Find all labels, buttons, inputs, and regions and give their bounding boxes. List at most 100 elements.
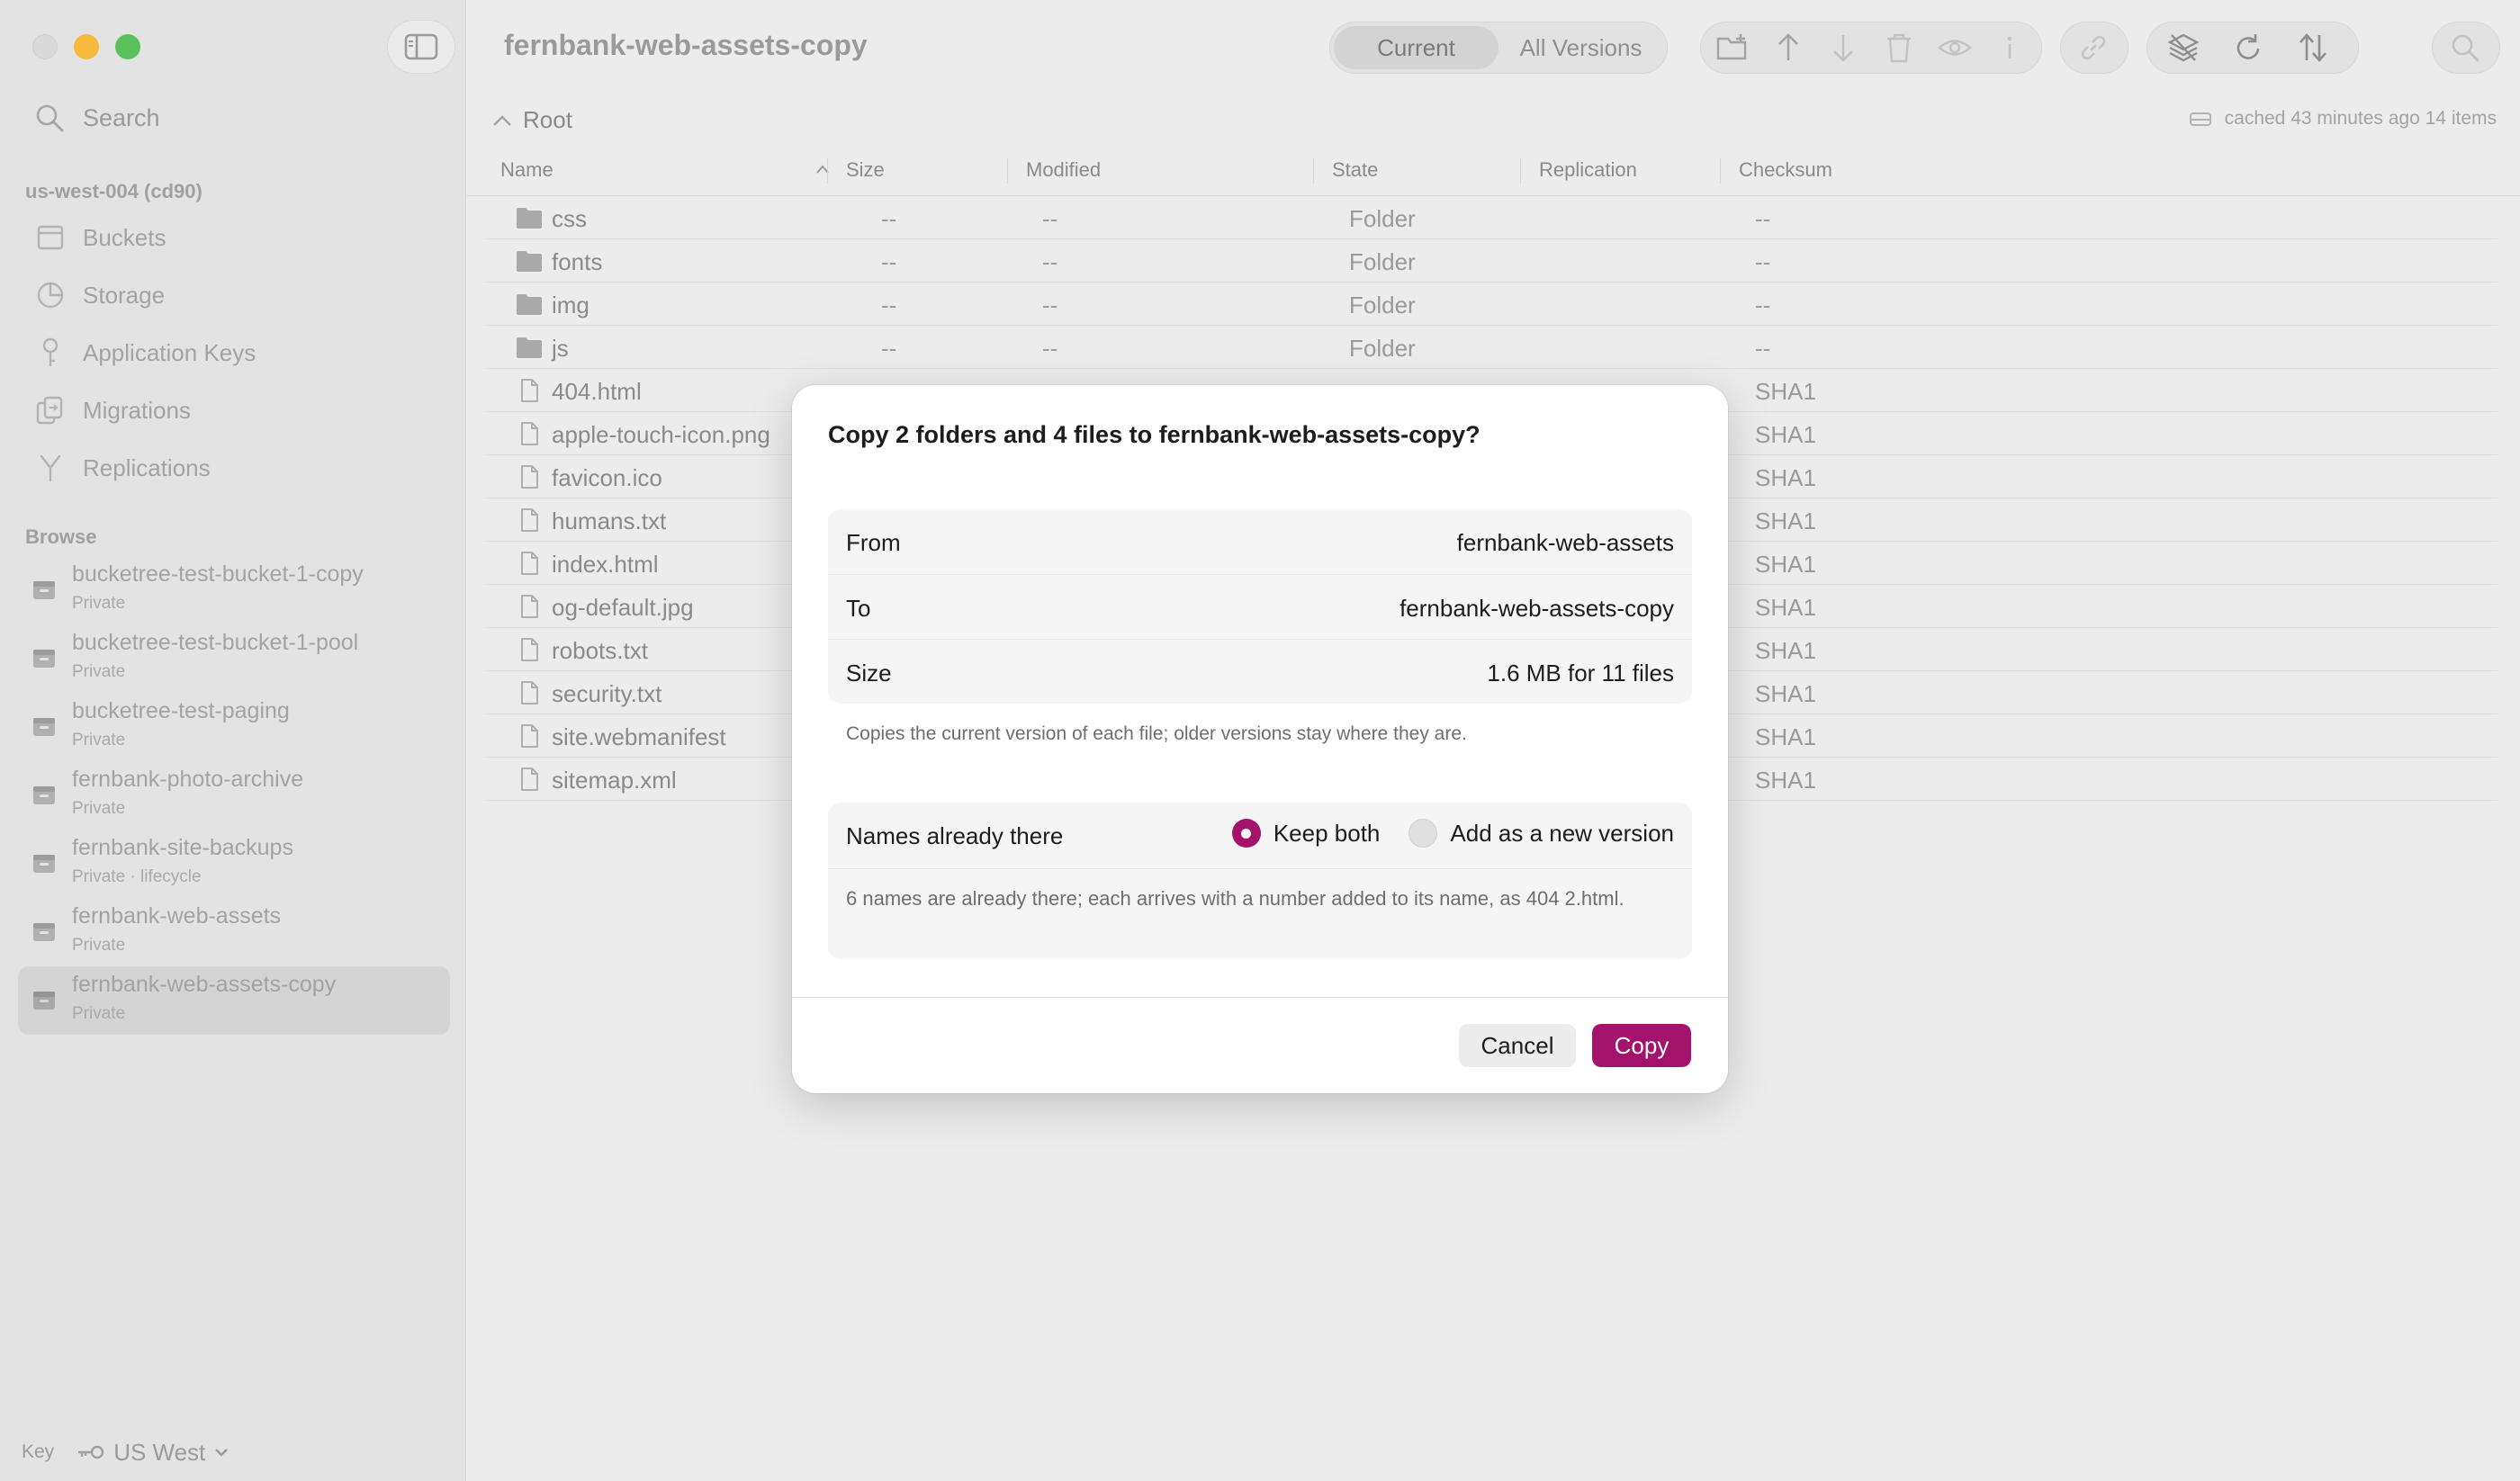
sidebar-item-storage[interactable]: Storage — [34, 275, 165, 315]
region-picker[interactable]: US West — [76, 1439, 229, 1467]
tab-all-versions[interactable]: All Versions — [1498, 26, 1663, 69]
maximize-window-button[interactable] — [115, 34, 140, 59]
new-folder-button[interactable] — [1714, 24, 1751, 71]
column-header-name[interactable]: Name — [500, 158, 860, 184]
versions-button[interactable] — [2160, 24, 2207, 71]
folder-icon — [517, 208, 542, 229]
row-name: sitemap.xml — [552, 767, 677, 794]
link-icon — [2081, 35, 2106, 60]
radio-label: Add as a new version — [1450, 819, 1674, 847]
table-row[interactable]: fonts -- -- Folder -- — [485, 239, 2498, 283]
sidebar-item-migrations[interactable]: Migrations — [34, 390, 191, 430]
search-placeholder: Search — [83, 103, 160, 131]
row-size: -- — [881, 335, 897, 362]
app-window: Search us-west-004 (cd90) Buckets Storag… — [0, 0, 2520, 1481]
share-link-button[interactable] — [2070, 24, 2117, 71]
sidebar-bucket-item[interactable]: bucketree-test-bucket-1-copy Private — [18, 556, 450, 624]
column-header-replication[interactable]: Replication — [1520, 158, 1718, 184]
bucket-icon — [33, 992, 55, 1010]
info-icon — [2007, 36, 2012, 58]
breadcrumb[interactable]: Root — [492, 106, 572, 134]
delete-button[interactable] — [1880, 24, 1918, 71]
download-button[interactable] — [1824, 24, 1862, 71]
download-icon — [1833, 35, 1854, 62]
minimize-window-button[interactable] — [74, 34, 99, 59]
sidebar-bucket-item[interactable]: fernbank-site-backups Private · lifecycl… — [18, 830, 450, 898]
tab-current[interactable]: Current — [1334, 26, 1498, 69]
sidebar: Search us-west-004 (cd90) Buckets Storag… — [0, 0, 466, 1481]
bucket-visibility: Private — [72, 799, 126, 818]
chevron-up-icon — [493, 114, 511, 126]
view-actions-group — [2146, 22, 2359, 74]
table-row[interactable]: js -- -- Folder -- — [485, 326, 2498, 369]
sidebar-search-field[interactable]: Search — [34, 103, 160, 133]
column-header-modified[interactable]: Modified — [1007, 158, 1313, 184]
sidebar-item-label: Application Keys — [83, 338, 256, 366]
sidebar-bucket-item[interactable]: fernbank-web-assets Private — [18, 898, 450, 966]
row-checksum: SHA1 — [1755, 723, 1816, 750]
bucket-icon — [37, 225, 64, 250]
preview-button[interactable] — [1936, 24, 1974, 71]
sidebar-item-label: Replications — [83, 453, 211, 481]
row-state: Folder — [1349, 292, 1416, 319]
row-name: robots.txt — [552, 637, 648, 664]
sidebar-item-replications[interactable]: Replications — [34, 448, 211, 488]
bucket-name: bucketree-test-paging — [72, 698, 290, 723]
copy-note: Copies the current version of each file;… — [846, 723, 1467, 744]
bucket-visibility: Private — [72, 731, 126, 749]
row-modified: -- — [1042, 248, 1058, 275]
eye-icon — [1937, 40, 1972, 56]
sidebar-bucket-item[interactable]: bucketree-test-paging Private — [18, 693, 450, 761]
path-bar: Root cached 43 minutes ago 14 items — [467, 94, 2520, 146]
row-name: favicon.ico — [552, 464, 662, 491]
copy-button[interactable]: Copy — [1592, 1024, 1691, 1067]
sidebar-bucket-item[interactable]: bucketree-test-bucket-1-pool Private — [18, 624, 450, 693]
bucket-icon — [33, 581, 55, 599]
search-group — [2432, 22, 2500, 74]
bucket-visibility: Private — [72, 1004, 126, 1023]
row-checksum: SHA1 — [1755, 594, 1816, 621]
name-conflict-card: Names already there Keep both Add as a n… — [828, 803, 1692, 959]
column-header-checksum[interactable]: Checksum — [1720, 158, 2503, 184]
upload-button[interactable] — [1769, 24, 1807, 71]
row-name: og-default.jpg — [552, 594, 694, 621]
info-button[interactable] — [1991, 24, 2029, 71]
summary-label: To — [846, 595, 871, 622]
column-header-state[interactable]: State — [1313, 158, 1502, 184]
sidebar-toggle-button[interactable] — [387, 20, 455, 74]
table-row[interactable]: css -- -- Folder -- — [485, 196, 2498, 239]
sort-button[interactable] — [2290, 24, 2336, 71]
sidebar-bucket-item[interactable]: fernbank-photo-archive Private — [18, 761, 450, 830]
browse-label: Browse — [25, 525, 97, 548]
version-segmented-control: Current All Versions — [1329, 22, 1668, 74]
sidebar-item-label: Storage — [83, 281, 166, 309]
conflict-explanation: 6 names are already there; each arrives … — [846, 887, 1624, 910]
bucket-icon — [33, 786, 55, 804]
name-conflict-label: Names already there — [846, 822, 1064, 849]
sort-icon — [2300, 33, 2326, 62]
cancel-button[interactable]: Cancel — [1459, 1024, 1576, 1067]
cache-status: cached 43 minutes ago 14 items — [2189, 108, 2497, 130]
column-header-size[interactable]: Size — [827, 158, 1007, 184]
bucket-name: fernbank-photo-archive — [72, 767, 304, 792]
search-button[interactable] — [2442, 24, 2488, 71]
table-row[interactable]: img -- -- Folder -- — [485, 283, 2498, 326]
sidebar-bucket-item-selected[interactable]: fernbank-web-assets-copy Private — [18, 966, 450, 1035]
radio-keep-both[interactable]: Keep both — [1231, 819, 1380, 848]
bucket-icon — [33, 855, 55, 873]
row-size: -- — [881, 292, 897, 319]
key-icon — [78, 1445, 104, 1459]
summary-row-from: From fernbank-web-assets — [828, 509, 1692, 574]
summary-label: From — [846, 529, 901, 556]
sidebar-item-buckets[interactable]: Buckets — [34, 218, 166, 257]
summary-label: Size — [846, 660, 892, 687]
summary-value: 1.6 MB for 11 files — [1487, 660, 1674, 687]
radio-add-new-version[interactable]: Add as a new version — [1408, 819, 1674, 848]
link-group — [2060, 22, 2128, 74]
sidebar-item-application-keys[interactable]: Application Keys — [34, 333, 256, 372]
row-state: Folder — [1349, 248, 1416, 275]
row-name: humans.txt — [552, 507, 667, 534]
refresh-button[interactable] — [2225, 24, 2272, 71]
bucket-visibility: Private — [72, 594, 126, 613]
close-window-button[interactable] — [32, 34, 58, 59]
